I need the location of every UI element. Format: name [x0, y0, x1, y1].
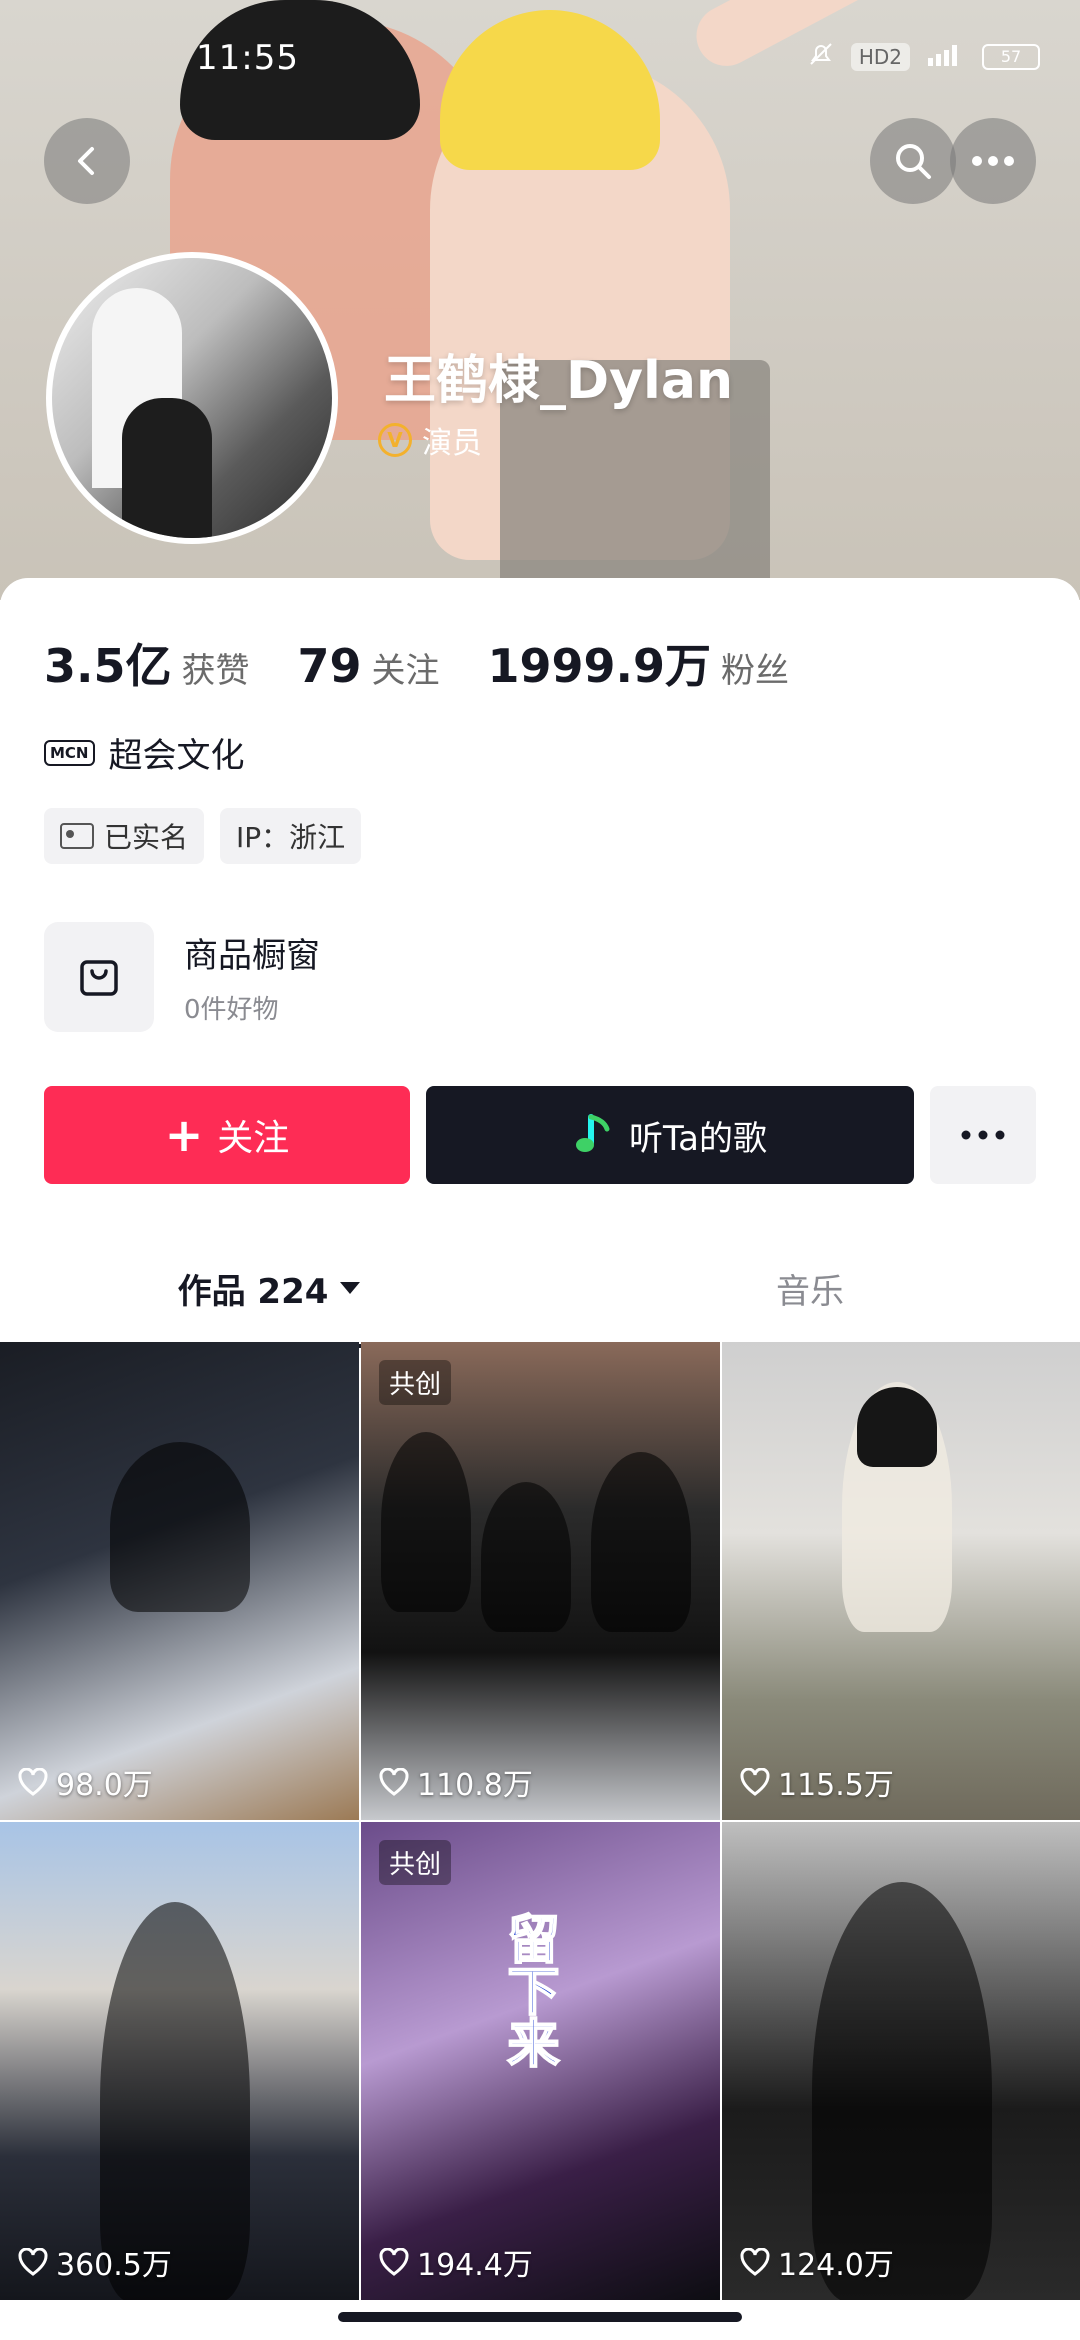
- tab-works[interactable]: 作品 224: [0, 1228, 540, 1348]
- avatar[interactable]: [46, 252, 338, 544]
- music-note-icon: [576, 1114, 610, 1152]
- product-showcase[interactable]: 商品橱窗 0件好物: [44, 922, 320, 1032]
- follow-button[interactable]: + 关注: [44, 1086, 410, 1184]
- video-thumbnail[interactable]: 98.0万: [0, 1342, 359, 1820]
- video-likes: 115.5万: [740, 1760, 894, 1804]
- more-dots-icon: [961, 1130, 1005, 1140]
- stat-followers[interactable]: 1999.9万 粉丝: [488, 630, 790, 696]
- follow-button-label: 关注: [217, 1118, 290, 1159]
- mute-icon: [807, 40, 835, 74]
- video-likes-count: 194.4万: [417, 2248, 533, 2283]
- status-time: 11:55: [196, 38, 299, 78]
- heart-icon: [18, 1768, 48, 1796]
- hd-badge: HD2: [850, 43, 910, 71]
- stat-following-value: 79: [297, 639, 362, 693]
- thumbnail-person: [481, 1482, 571, 1632]
- profile-name: 王鹤棣_Dylan: [384, 351, 733, 411]
- stat-likes-label: 获赞: [181, 651, 250, 691]
- video-likes-count: 360.5万: [56, 2248, 172, 2283]
- stat-following[interactable]: 79 关注: [298, 639, 440, 693]
- heart-icon: [379, 2248, 409, 2276]
- stat-followers-label: 粉丝: [721, 651, 790, 691]
- co-create-badge: 共创: [379, 1360, 452, 1405]
- video-likes-count: 98.0万: [56, 1768, 153, 1803]
- more-dots-icon: [972, 156, 1014, 166]
- video-overlay-text: 留下来: [497, 1911, 559, 2069]
- stat-likes[interactable]: 3.5亿 获赞: [44, 630, 250, 696]
- signal-icon: [926, 42, 966, 72]
- thumbnail-person: [110, 1442, 250, 1612]
- tag-real-name: 已实名: [44, 808, 205, 864]
- product-showcase-count: 0件好物: [184, 995, 279, 1025]
- product-showcase-title: 商品橱窗: [184, 936, 320, 976]
- profile-screen: 11:55 HD2 57 王鹤棣_Dylan V 演员 3.5亿 获赞 79 关…: [0, 0, 1080, 2340]
- plus-icon: +: [164, 1108, 204, 1162]
- heart-icon: [740, 1768, 770, 1796]
- video-thumbnail[interactable]: 360.5万: [0, 1822, 359, 2300]
- caret-down-icon: [340, 1282, 361, 1294]
- stat-following-label: 关注: [371, 651, 440, 691]
- id-card-icon: [60, 823, 94, 849]
- video-likes-count: 124.0万: [778, 2248, 894, 2283]
- video-thumbnail[interactable]: 124.0万: [722, 1822, 1080, 2300]
- heart-icon: [740, 2248, 770, 2276]
- chevron-left-icon: [78, 147, 94, 175]
- home-indicator[interactable]: [338, 2312, 742, 2322]
- video-likes: 124.0万: [740, 2240, 894, 2284]
- profile-tags: 已实名 IP：浙江: [44, 808, 362, 864]
- video-likes: 98.0万: [18, 1760, 153, 1804]
- mcn-badge: MCN: [44, 739, 95, 766]
- video-grid: 98.0万 共创 110.8万 115.5万 360.5万 共创 留下来 194…: [0, 1342, 1080, 2300]
- battery-icon: 57: [982, 44, 1040, 70]
- thumbnail-mask: [857, 1387, 937, 1467]
- video-likes: 360.5万: [18, 2240, 172, 2284]
- tag-real-name-label: 已实名: [104, 821, 189, 854]
- thumbnail-person: [591, 1452, 691, 1632]
- banner-cartoon-hair-right: [440, 10, 660, 170]
- tag-ip-label: IP：浙江: [236, 821, 346, 854]
- search-icon: [896, 144, 931, 179]
- tab-music-label: 音乐: [776, 1271, 844, 1312]
- thumbnail-person: [812, 1882, 992, 2300]
- stat-likes-value: 3.5亿: [44, 639, 172, 693]
- tag-ip-location: IP：浙江: [220, 808, 362, 864]
- tab-music[interactable]: 音乐: [540, 1228, 1080, 1348]
- stat-followers-value: 1999.9万: [487, 639, 712, 693]
- co-create-badge: 共创: [379, 1840, 452, 1885]
- listen-songs-label: 听Ta的歌: [629, 1118, 767, 1159]
- video-thumbnail[interactable]: 115.5万: [722, 1342, 1080, 1820]
- mcn-name: 超会文化: [108, 736, 245, 776]
- heart-icon: [18, 2248, 48, 2276]
- search-button[interactable]: [870, 118, 956, 204]
- shopping-bag-icon: [44, 922, 154, 1032]
- verified-role-label: 演员: [422, 426, 482, 461]
- mcn-agency[interactable]: MCN 超会文化: [44, 728, 245, 777]
- video-thumbnail[interactable]: 共创 110.8万: [361, 1342, 720, 1820]
- more-actions-button[interactable]: [930, 1086, 1036, 1184]
- back-button[interactable]: [44, 118, 130, 204]
- profile-tabs: 作品 224 音乐: [0, 1228, 1080, 1348]
- avatar-person: [122, 398, 212, 538]
- verified-icon: V: [378, 423, 412, 457]
- heart-icon: [379, 1768, 409, 1796]
- video-thumbnail[interactable]: 共创 留下来 194.4万: [361, 1822, 720, 2300]
- listen-songs-button[interactable]: 听Ta的歌: [426, 1086, 914, 1184]
- video-likes: 194.4万: [379, 2240, 533, 2284]
- product-showcase-text: 商品橱窗 0件好物: [184, 928, 320, 1026]
- video-likes-count: 110.8万: [417, 1768, 533, 1803]
- profile-stats: 3.5亿 获赞 79 关注 1999.9万 粉丝: [44, 630, 789, 696]
- status-icons: HD2 57: [807, 40, 1040, 74]
- profile-actions: + 关注 听Ta的歌: [44, 1086, 1036, 1184]
- thumbnail-person: [381, 1432, 471, 1612]
- verified-role: V 演员: [378, 418, 482, 462]
- more-options-button[interactable]: [950, 118, 1036, 204]
- video-likes-count: 115.5万: [778, 1768, 894, 1803]
- video-likes: 110.8万: [379, 1760, 533, 1804]
- tab-works-label: 作品 224: [177, 1271, 329, 1312]
